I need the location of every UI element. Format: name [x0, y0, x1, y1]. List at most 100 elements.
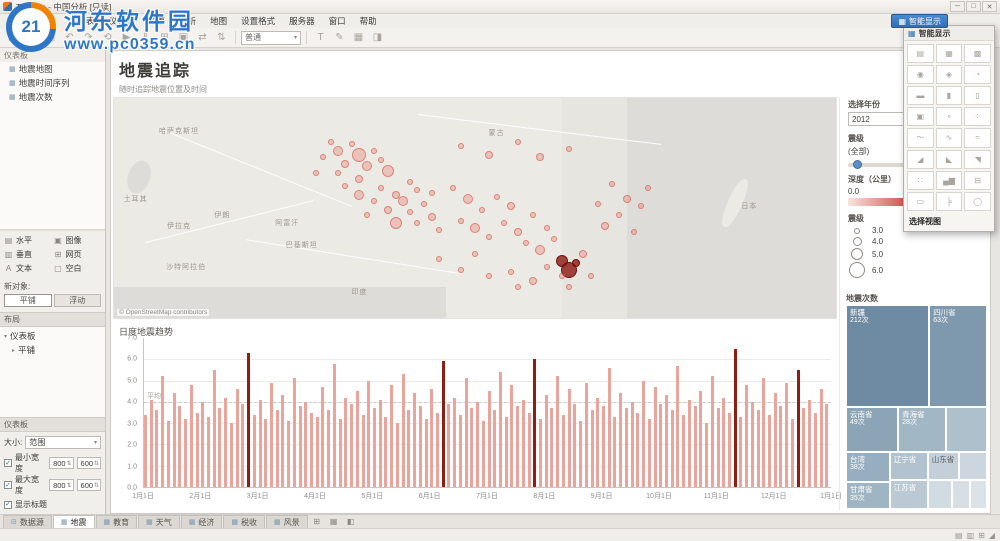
- object-vertical[interactable]: ▥ 垂直: [4, 249, 52, 260]
- bar-mark[interactable]: [756, 410, 760, 487]
- bar-mark[interactable]: [504, 416, 508, 487]
- swap-axes-icon[interactable]: ⇄: [194, 30, 211, 45]
- connect-data-icon[interactable]: ⊟: [23, 30, 40, 45]
- earthquake-mark[interactable]: [638, 202, 645, 209]
- duplicate-icon[interactable]: ▣: [175, 30, 192, 45]
- layout-tree-root[interactable]: ▾ 仪表板: [0, 329, 105, 343]
- bar-mark[interactable]: [298, 406, 302, 487]
- showme-packed-bubbles[interactable]: ◯: [964, 192, 991, 211]
- bar-mark[interactable]: [201, 401, 205, 487]
- size-spinner[interactable]: 800 ⇅: [49, 457, 74, 469]
- bar-mark[interactable]: [149, 399, 153, 487]
- showme-scatter-plot[interactable]: ∷: [907, 171, 934, 191]
- earthquake-mark[interactable]: [334, 169, 341, 176]
- bar-mark[interactable]: [344, 397, 348, 487]
- bar-mark[interactable]: [647, 418, 651, 487]
- sheet-tab[interactable]: ▦ 风景: [266, 515, 308, 528]
- bar-mark[interactable]: [745, 384, 749, 487]
- sheet-list-item[interactable]: ▦ 地震地图: [0, 62, 105, 76]
- bar-mark[interactable]: [579, 421, 583, 487]
- bar-mark[interactable]: [796, 369, 800, 487]
- showme-histogram[interactable]: ▄▆: [935, 171, 963, 191]
- earthquake-mark[interactable]: [414, 187, 421, 194]
- earthquake-mark[interactable]: [515, 139, 522, 145]
- bar-mark[interactable]: [619, 393, 623, 487]
- bar-mark[interactable]: [510, 384, 514, 487]
- bar-mark[interactable]: [516, 406, 520, 487]
- object-horizontal[interactable]: ▤ 水平: [4, 235, 52, 246]
- bar-mark[interactable]: [481, 421, 485, 487]
- treemap-block[interactable]: 甘肃省 35次: [846, 482, 890, 509]
- bar-mark[interactable]: [218, 408, 222, 487]
- bar-mark[interactable]: [493, 410, 497, 487]
- bar-mark[interactable]: [458, 414, 462, 487]
- show-sheet-sorter-icon[interactable]: ⊞: [978, 531, 985, 540]
- run-update-icon[interactable]: ▶: [118, 30, 135, 45]
- annotation-icon[interactable]: ✎: [331, 30, 348, 45]
- bar-mark[interactable]: [424, 418, 428, 487]
- bar-mark[interactable]: [607, 367, 611, 487]
- bar-mark[interactable]: [750, 401, 754, 487]
- earthquake-mark[interactable]: [384, 206, 393, 215]
- size-legend-item[interactable]: 4.0: [848, 237, 986, 246]
- earthquake-mark[interactable]: [382, 164, 395, 177]
- bar-mark[interactable]: [447, 404, 451, 487]
- slider-handle[interactable]: [853, 160, 862, 169]
- earthquake-mark[interactable]: [544, 224, 551, 231]
- earthquake-mark[interactable]: [462, 194, 473, 205]
- bar-mark[interactable]: [785, 382, 789, 487]
- earthquake-mark[interactable]: [515, 284, 522, 291]
- bar-mark[interactable]: [705, 423, 709, 487]
- bar-mark[interactable]: [487, 391, 491, 487]
- earthquake-mark[interactable]: [522, 240, 529, 247]
- bar-mark[interactable]: [269, 382, 273, 487]
- minimize-button[interactable]: ─: [950, 1, 965, 12]
- bar-mark[interactable]: [321, 386, 325, 487]
- bar-mark[interactable]: [407, 410, 411, 487]
- bar-mark[interactable]: [813, 412, 817, 487]
- earthquake-mark[interactable]: [435, 255, 442, 262]
- earthquake-mark[interactable]: [565, 145, 572, 152]
- bar-mark[interactable]: [390, 384, 394, 487]
- bar-mark[interactable]: [727, 412, 731, 487]
- bar-mark[interactable]: [722, 397, 726, 487]
- menu-item[interactable]: 工作表: [62, 14, 102, 28]
- showme-side-by-side-bar[interactable]: ▯: [964, 85, 991, 105]
- bar-mark[interactable]: [768, 414, 772, 487]
- bar-mark[interactable]: [281, 395, 285, 487]
- earthquake-mark[interactable]: [349, 141, 356, 148]
- bar-mark[interactable]: [682, 414, 686, 487]
- earthquake-mark[interactable]: [579, 250, 588, 259]
- size-checkbox[interactable]: ✓: [4, 459, 12, 467]
- showme-line-discrete[interactable]: ∿: [935, 127, 963, 149]
- earthquake-mark[interactable]: [534, 244, 545, 255]
- showme-dual-combination[interactable]: ◥: [964, 150, 991, 170]
- bar-mark[interactable]: [155, 410, 159, 487]
- earthquake-mark[interactable]: [457, 266, 464, 273]
- menu-item[interactable]: 设置格式: [234, 14, 282, 28]
- earthquake-mark[interactable]: [352, 148, 367, 163]
- earthquake-mark[interactable]: [544, 264, 551, 271]
- bar-mark[interactable]: [527, 412, 531, 487]
- show-me-panel-header[interactable]: ▦ 智能显示: [904, 26, 994, 41]
- earthquake-mark[interactable]: [389, 217, 402, 230]
- showme-box-and-whisker[interactable]: ⊟: [964, 171, 991, 191]
- earthquake-mark[interactable]: [558, 273, 565, 280]
- bar-mark[interactable]: [355, 391, 359, 487]
- earthquake-mark[interactable]: [457, 143, 464, 150]
- bar-mark[interactable]: [418, 406, 422, 487]
- earthquake-mark[interactable]: [565, 284, 572, 291]
- earthquake-mark[interactable]: [479, 207, 486, 214]
- bar-mark[interactable]: [315, 416, 319, 487]
- menu-item[interactable]: 文件: [0, 14, 31, 28]
- bar-mark[interactable]: [779, 406, 783, 487]
- bar-mark[interactable]: [332, 363, 336, 487]
- earthquake-mark[interactable]: [427, 212, 436, 221]
- earthquake-mark[interactable]: [363, 211, 370, 218]
- new-workbook-icon[interactable]: ▢: [4, 30, 21, 45]
- size-legend-item[interactable]: 6.0: [848, 262, 986, 278]
- earthquake-mark[interactable]: [486, 233, 493, 240]
- size-spinner[interactable]: 600 ⇅: [76, 457, 101, 469]
- sheet-tab[interactable]: ▦ 教育: [95, 515, 138, 528]
- bar-mark[interactable]: [470, 408, 474, 487]
